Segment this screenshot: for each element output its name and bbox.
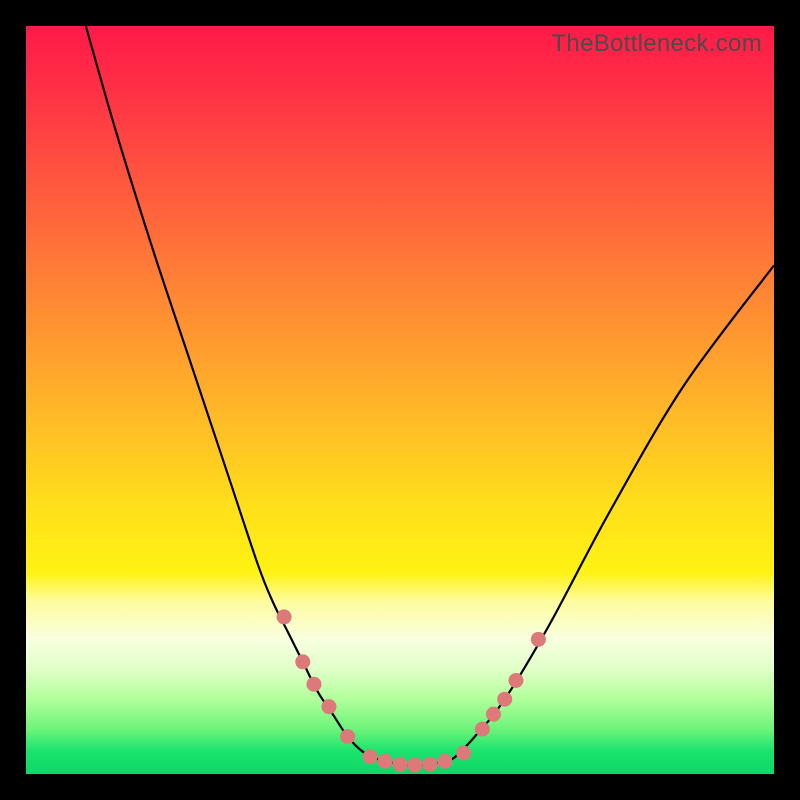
gradient-plot-area: TheBottleneck.com [26,26,774,774]
zone-marker-dot [407,758,422,773]
chart-frame: TheBottleneck.com [0,0,800,800]
bottleneck-curve [26,26,774,774]
zone-marker-dot [340,729,355,744]
zone-marker-dot [531,632,546,647]
curve-line [86,26,774,765]
zone-marker-dot [295,654,310,669]
zone-marker-dot [306,677,321,692]
zone-markers-group [277,609,546,772]
zone-marker-dot [422,757,437,772]
zone-marker-dot [378,754,393,769]
zone-marker-dot [277,609,292,624]
zone-marker-dot [321,699,336,714]
zone-marker-dot [486,707,501,722]
zone-marker-dot [363,749,378,764]
zone-marker-dot [437,754,452,769]
zone-marker-dot [393,757,408,772]
zone-marker-dot [456,746,471,761]
zone-marker-dot [497,692,512,707]
zone-marker-dot [508,673,523,688]
zone-marker-dot [475,722,490,737]
